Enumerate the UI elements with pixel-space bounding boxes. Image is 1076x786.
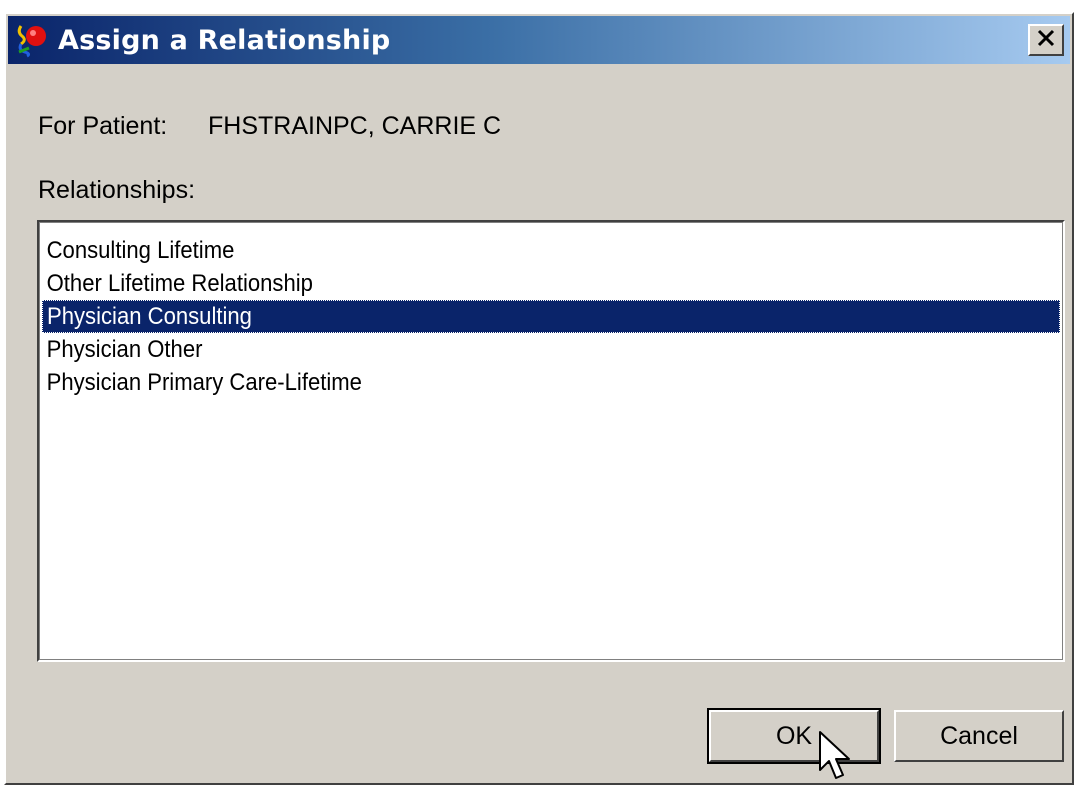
patient-name: FHSTRAINPC, CARRIE C: [208, 112, 502, 140]
window-title: Assign a Relationship: [58, 24, 391, 56]
cancel-button[interactable]: Cancel: [894, 710, 1064, 762]
for-patient-label: For Patient:: [38, 112, 168, 140]
app-icon: [14, 21, 52, 59]
list-item[interactable]: Other Lifetime Relationship: [42, 267, 979, 300]
close-icon: [1036, 29, 1056, 52]
relationships-list: Consulting Lifetime Other Lifetime Relat…: [42, 234, 1060, 399]
ok-button[interactable]: OK: [707, 708, 881, 764]
relationships-listbox[interactable]: Consulting Lifetime Other Lifetime Relat…: [37, 220, 1065, 662]
list-item-selected[interactable]: Physician Consulting: [42, 300, 1060, 333]
list-item[interactable]: Physician Other: [42, 333, 979, 366]
list-item[interactable]: Consulting Lifetime: [42, 234, 979, 267]
title-bar[interactable]: Assign a Relationship: [8, 16, 1070, 64]
close-button[interactable]: [1028, 24, 1064, 56]
assign-relationship-dialog: Assign a Relationship For Patient: FHSTR…: [4, 12, 1074, 785]
list-item[interactable]: Physician Primary Care-Lifetime: [42, 366, 979, 399]
list-item-label: Physician Consulting: [47, 303, 252, 330]
relationships-label: Relationships:: [38, 176, 196, 204]
